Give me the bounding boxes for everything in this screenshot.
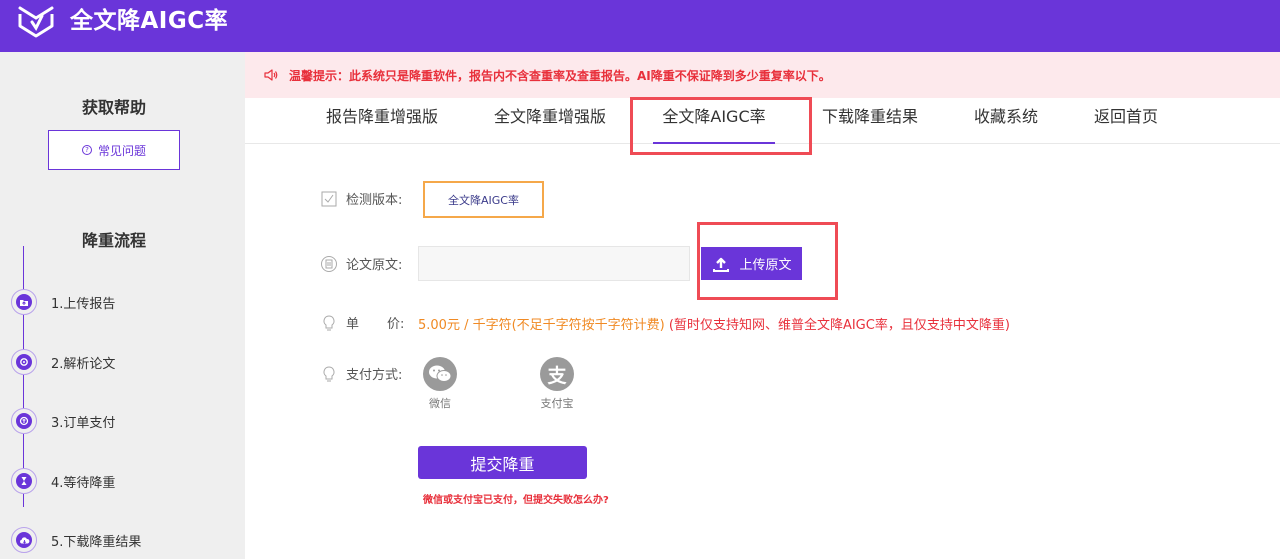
alipay-icon: 支: [540, 357, 574, 391]
paper-text-field[interactable]: [418, 246, 690, 281]
flow-step-upload: 1.上传报告: [11, 289, 115, 315]
warning-notice-bar: 温馨提示：此系统只是降重软件，报告内不含查重率及查重报告。AI降重不保证降到多少…: [245, 52, 1280, 98]
price-info: 5.00元 / 千字符(不足千字符按千字符计费) (暂时仅支持知网、维普全文降A…: [418, 314, 1010, 333]
payment-label-text: 支付方式:: [346, 368, 403, 383]
flow-section-title: 降重流程: [81, 231, 146, 250]
pay-option-label: 支付宝: [540, 397, 574, 410]
upload-original-button[interactable]: 上传原文: [701, 247, 802, 280]
top-header: 全文降AIGC率: [0, 0, 1280, 52]
flow-step-waiting: 4.等待降重: [11, 468, 115, 494]
flow-step-label: 3.订单支付: [51, 415, 116, 431]
version-option-selected[interactable]: 全文降AIGC率: [423, 181, 544, 218]
question-icon: ?: [81, 145, 92, 155]
price-amount: 5.00元 / 千字符(不足千字符按千字符计费): [418, 318, 665, 333]
price-label: 单 价:: [320, 313, 404, 332]
tab-home[interactable]: 返回首页: [1094, 98, 1158, 144]
brand-title: 全文降AIGC率: [70, 8, 229, 34]
tab-fulltext-enhanced[interactable]: 全文降重增强版: [494, 98, 606, 144]
payment-label: 支付方式:: [320, 364, 402, 383]
tab-bar: 报告降重增强版 全文降重增强版 全文降AIGC率 下载降重结果 收藏系统 返回首…: [245, 98, 1280, 144]
faq-button[interactable]: ? 常见问题: [48, 130, 180, 170]
version-label: 检测版本:: [320, 189, 402, 208]
help-section-title: 获取帮助: [81, 98, 146, 117]
flow-step-label: 2.解析论文: [51, 356, 116, 372]
flow-step-download: 5.下载降重结果: [11, 527, 141, 553]
analyze-icon: [11, 349, 37, 375]
tab-download-results[interactable]: 下载降重结果: [822, 98, 918, 144]
text-label: 论文原文:: [320, 254, 402, 273]
upload-button-label: 上传原文: [739, 258, 792, 273]
faq-button-label: 常见问题: [97, 143, 146, 158]
brand-logo-icon: [18, 6, 54, 38]
payment-icon: [11, 408, 37, 434]
text-label-text: 论文原文:: [346, 258, 403, 273]
speaker-icon: [264, 69, 278, 81]
upload-folder-icon: [11, 289, 37, 315]
price-label-text-a: 单: [346, 317, 360, 332]
pay-option-alipay[interactable]: 支 支付宝: [527, 357, 587, 411]
notice-text: 温馨提示：此系统只是降重软件，报告内不含查重率及查重报告。AI降重不保证降到多少…: [289, 69, 831, 83]
checkbox-doc-icon: [321, 191, 337, 206]
flow-step-label: 1.上传报告: [51, 296, 116, 312]
pay-option-wechat[interactable]: 微信: [410, 357, 470, 411]
lightbulb-icon: [323, 314, 335, 330]
price-label-text-b: 价:: [387, 317, 405, 332]
pay-option-label: 微信: [429, 397, 451, 410]
lightbulb-icon: [323, 365, 335, 381]
hourglass-icon: [11, 468, 37, 494]
flow-step-payment: 3.订单支付: [11, 408, 115, 434]
payment-failed-help-link[interactable]: 微信或支付宝已支付，但提交失败怎么办?: [423, 491, 609, 506]
app-root: 全文降AIGC率 获取帮助 ? 常见问题 降重流程 1.上传报告 2.解析论文 …: [0, 0, 1280, 559]
flow-step-label: 5.下载降重结果: [51, 534, 142, 550]
flow-step-label: 4.等待降重: [51, 475, 116, 491]
wechat-icon: [423, 357, 457, 391]
flow-step-analyze: 2.解析论文: [11, 349, 115, 375]
upload-cloud-icon: [713, 257, 730, 272]
submit-button[interactable]: 提交降重: [418, 446, 587, 479]
tab-fulltext-aigc[interactable]: 全文降AIGC率: [653, 98, 775, 144]
version-label-text: 检测版本:: [346, 193, 403, 208]
tab-favorites[interactable]: 收藏系统: [974, 98, 1038, 144]
tab-report-enhanced[interactable]: 报告降重增强版: [326, 98, 438, 144]
price-note: (暂时仅支持知网、维普全文降AIGC率，且仅支持中文降重): [668, 318, 1010, 333]
document-icon: [321, 255, 337, 272]
cloud-download-icon: [11, 527, 37, 553]
